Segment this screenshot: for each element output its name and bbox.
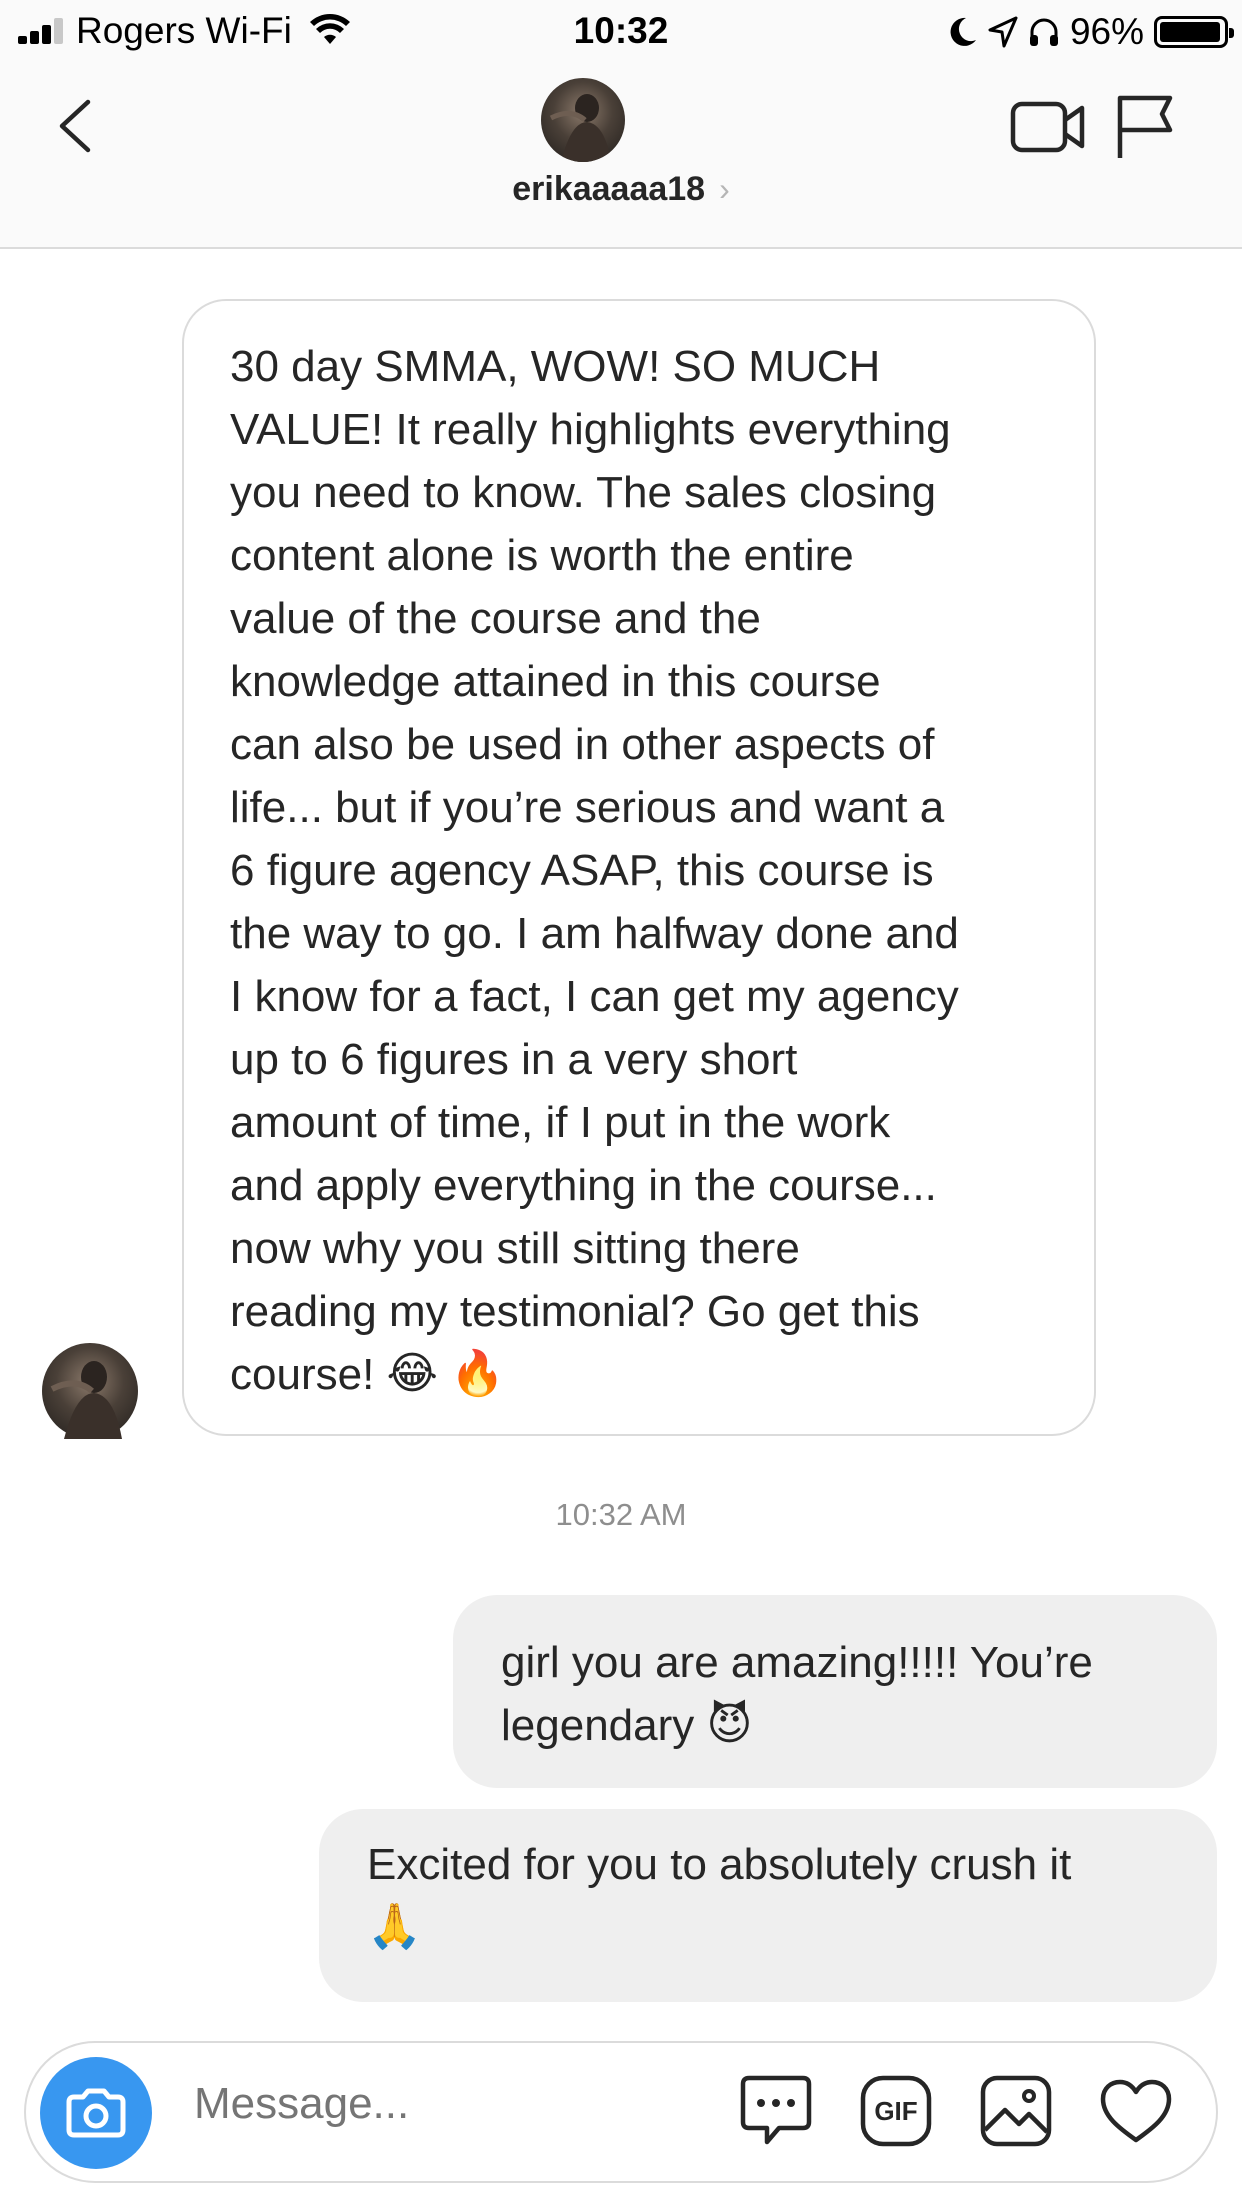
battery-percent: 96% bbox=[1069, 11, 1144, 52]
laughing-emoji-icon: 😂 bbox=[386, 1348, 438, 1398]
conversation-header: erikaaaaa18 › bbox=[0, 62, 1242, 249]
chevron-left-icon bbox=[59, 99, 91, 153]
status-bar: Rogers Wi-Fi 10:32 96% bbox=[0, 0, 1242, 62]
gallery-button[interactable] bbox=[978, 2073, 1054, 2149]
chevron-right-icon: › bbox=[719, 171, 730, 207]
gif-icon: GIF bbox=[860, 2075, 932, 2147]
gif-label: GIF bbox=[874, 2096, 917, 2126]
avatar-photo bbox=[50, 1361, 122, 1439]
camera-icon bbox=[66, 2088, 126, 2138]
praying-hands-emoji-icon: 🙏 bbox=[367, 1901, 422, 1951]
avatar-photo bbox=[549, 94, 611, 162]
username: erikaaaaa18 bbox=[512, 170, 706, 208]
image-icon bbox=[980, 2075, 1052, 2147]
location-arrow-icon bbox=[988, 16, 1018, 48]
camera-button[interactable] bbox=[40, 2057, 152, 2169]
smiling-devil-emoji-icon: 😈 bbox=[706, 1699, 753, 1749]
video-call-button[interactable] bbox=[1010, 94, 1086, 160]
incoming-message-text: 30 day SMMA, WOW! SO MUCH VALUE! It real… bbox=[230, 342, 959, 1399]
message-timestamp: 10:32 AM bbox=[555, 1497, 687, 1532]
status-right-icons: 96% bbox=[948, 10, 1234, 54]
heart-icon bbox=[1100, 2079, 1172, 2143]
headphones-icon bbox=[1029, 18, 1058, 46]
back-button[interactable] bbox=[48, 94, 100, 158]
sender-avatar[interactable] bbox=[42, 1343, 138, 1439]
fire-emoji-icon: 🔥 bbox=[450, 1348, 505, 1398]
report-flag-button[interactable] bbox=[1114, 92, 1176, 160]
message-thread[interactable]: 30 day SMMA, WOW! SO MUCH VALUE! It real… bbox=[0, 249, 1242, 2029]
chat-bubble-icon bbox=[740, 2075, 812, 2145]
message-composer: GIF bbox=[24, 2041, 1218, 2183]
direct-message-screen: Rogers Wi-Fi 10:32 96% erikaaaaa18 › 30 … bbox=[0, 0, 1242, 2208]
gif-button[interactable]: GIF bbox=[858, 2073, 934, 2149]
message-input[interactable] bbox=[194, 2079, 694, 2129]
outgoing-message-bubble[interactable]: Excited for you to absolutely crush it 🙏 bbox=[319, 1809, 1217, 2002]
like-button[interactable] bbox=[1098, 2073, 1174, 2149]
sticker-button[interactable] bbox=[738, 2073, 814, 2149]
video-call-icon bbox=[1010, 101, 1085, 153]
moon-icon bbox=[950, 17, 976, 46]
flag-icon bbox=[1117, 95, 1173, 158]
outgoing-message-text: girl you are amazing!!!!! You’re legenda… bbox=[501, 1638, 1093, 1750]
username-link[interactable]: erikaaaaa18 › bbox=[0, 170, 1242, 209]
outgoing-message-bubble[interactable]: girl you are amazing!!!!! You’re legenda… bbox=[453, 1595, 1217, 1788]
outgoing-message-text: Excited for you to absolutely crush it bbox=[367, 1840, 1072, 1889]
incoming-message-bubble[interactable]: 30 day SMMA, WOW! SO MUCH VALUE! It real… bbox=[182, 299, 1096, 1436]
profile-avatar[interactable] bbox=[541, 78, 625, 162]
battery-icon bbox=[1154, 16, 1234, 48]
battery-level bbox=[1160, 22, 1220, 42]
